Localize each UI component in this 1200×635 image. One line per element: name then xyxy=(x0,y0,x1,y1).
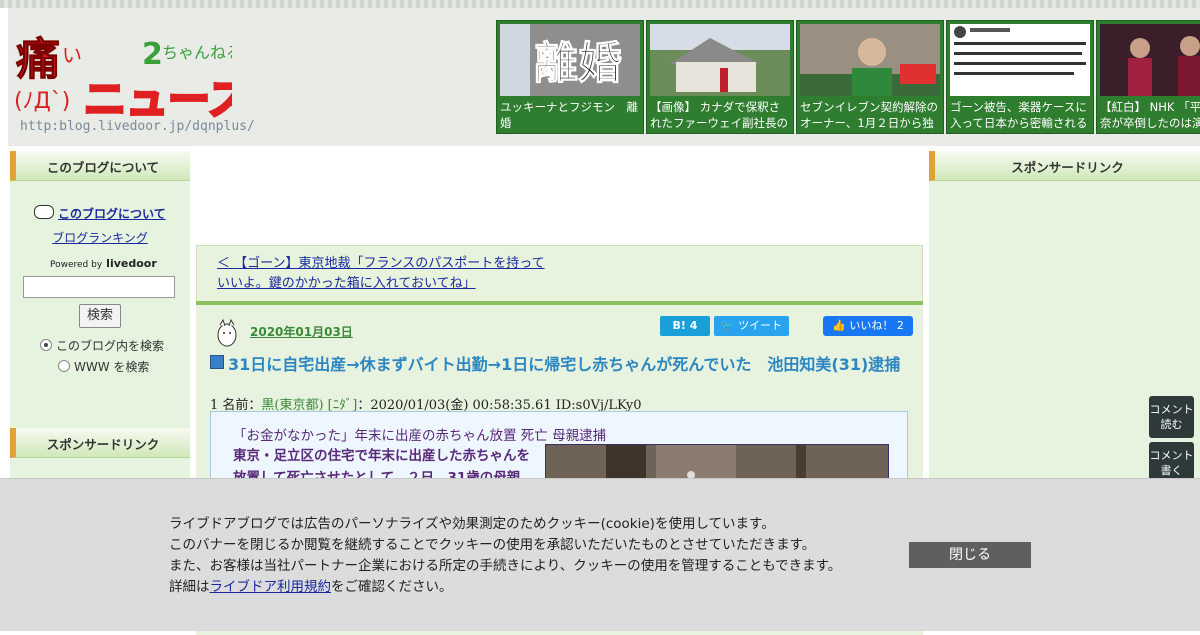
thumbnail-caption: ユッキーナとフジモン 離婚 xyxy=(500,100,638,130)
svg-text:い: い xyxy=(62,43,82,67)
article-date[interactable]: 2020年01月03日 xyxy=(250,323,353,340)
thumbnail-item[interactable]: 【画像】 カナダで保釈されたファーウェイ副社長の足 xyxy=(646,20,794,134)
search-input[interactable] xyxy=(23,276,175,298)
about-heading: このブログについて xyxy=(10,151,190,181)
sponsor-heading-right: スポンサードリンク xyxy=(929,151,1200,181)
sponsor-heading-left: スポンサードリンク xyxy=(10,428,190,458)
logo-graphic: 痛 い 2 ちゃんねる (ﾉД`) ニュース xyxy=(14,34,232,123)
radio-search-www[interactable]: WWW を検索 xyxy=(58,358,149,375)
cookie-close-button[interactable]: 閉じる xyxy=(909,542,1031,568)
svg-text:離婚: 離婚 xyxy=(534,38,622,89)
thumbnail-strip: 離婚 ユッキーナとフジモン 離婚 【画像】 カナダで保釈されたファーウェイ副社長… xyxy=(496,20,1200,142)
about-link-label: このブログについて xyxy=(58,207,166,221)
svg-text:痛: 痛 xyxy=(16,34,60,85)
thumbnail-item[interactable]: 【紅白】 NHK 「平手友梨奈が卒倒したのは演 xyxy=(1096,20,1200,134)
cookie-line-3: また、お客様は当社パートナー企業における所定の手続きにより、クッキーの使用を管理… xyxy=(169,558,842,574)
thumbs-up-icon: 👍 xyxy=(832,319,850,332)
tweet-label: ツイート xyxy=(738,319,783,332)
thumbnail-item[interactable]: 離婚 ユッキーナとフジモン 離婚 xyxy=(496,20,644,134)
cookie-line-4-prefix: 詳細は xyxy=(169,579,210,595)
site-logo[interactable]: 痛 い 2 ちゃんねる (ﾉД`) ニュース http:blog.livedoo… xyxy=(12,22,255,142)
livedoor-logo-text: livedoor xyxy=(106,257,157,270)
svg-text:ニュース: ニュース xyxy=(84,75,232,122)
svg-text:(ﾉД`): (ﾉД`) xyxy=(14,89,70,114)
logo-url-text: http:blog.livedoor.jp/dqnplus/ xyxy=(20,119,255,134)
svg-text:2: 2 xyxy=(142,37,163,72)
hatena-bookmark-button[interactable]: B! 4 xyxy=(660,316,710,336)
cookie-line-4-suffix: をご確認ください。 xyxy=(331,579,453,595)
cookie-text: ライブドアブログでは広告のパーソナライズや効果測定のためクッキー(cookie)… xyxy=(169,514,841,598)
radio-unselected-icon xyxy=(58,360,70,372)
like-label: いいね！ 2 xyxy=(849,319,904,332)
radio-search-blog[interactable]: このブログ内を検索 xyxy=(40,337,164,354)
thumbnail-caption: 【画像】 カナダで保釈されたファーウェイ副社長の足 xyxy=(650,100,788,130)
radio-www-label: WWW を検索 xyxy=(74,360,150,374)
previous-article-link[interactable]: ＜ 【ゴーン】東京地裁「フランスのパスポートを持っていいよ。鍵のかかった箱に入れ… xyxy=(217,254,547,294)
thumbnail-caption: セブンイレブン契約解除のオーナー、1月２日から独 xyxy=(800,100,938,130)
about-link[interactable]: このブログについて xyxy=(34,205,166,222)
thumbnail-item[interactable]: セブンイレブン契約解除のオーナー、1月２日から独 xyxy=(796,20,944,134)
radio-selected-icon xyxy=(40,339,52,351)
twitter-icon: 🐦 xyxy=(720,319,739,332)
site-header: 痛 い 2 ちゃんねる (ﾉД`) ニュース http:blog.livedoo… xyxy=(0,0,1200,146)
powered-by-label: Powered by xyxy=(50,260,103,270)
tweet-button[interactable]: 🐦 ツイート xyxy=(714,316,789,336)
thumbnail-image xyxy=(650,24,790,96)
terms-link[interactable]: ライブドア利用規約 xyxy=(210,579,332,595)
mascot-icon xyxy=(217,319,237,347)
facebook-like-button[interactable]: 👍 いいね！ 2 xyxy=(823,316,913,336)
quote-headline: 「お金がなかった」年末に出産の赤ちゃん放置 死亡 母親逮捕 xyxy=(233,428,607,444)
ranking-link[interactable]: ブログランキング xyxy=(10,229,190,246)
radio-blog-label: このブログ内を検索 xyxy=(56,339,165,353)
cookie-banner: ライブドアブログでは広告のパーソナライズや効果測定のためクッキー(cookie)… xyxy=(0,478,1200,631)
face-icon xyxy=(34,205,54,219)
powered-by-livedoor[interactable]: Powered by livedoor xyxy=(50,257,157,270)
search-button[interactable]: 検索 xyxy=(79,304,121,328)
svg-text:ちゃんねる: ちゃんねる xyxy=(162,43,232,62)
thumbnail-caption: ゴーン被告、楽器ケースに入って日本から密輸される xyxy=(950,100,1088,130)
title-bullet-icon xyxy=(210,355,224,369)
cookie-line-4: 詳細はライブドア利用規約をご確認ください。 xyxy=(169,577,841,598)
article-title: 31日に自宅出産→休まずバイト出勤→1日に帰宅し赤ちゃんが死んでいた 池田知美(… xyxy=(228,355,901,374)
thumbnail-item[interactable]: ゴーン被告、楽器ケースに入って日本から密輸される xyxy=(946,20,1094,134)
thumbnail-image: 離婚 xyxy=(500,24,640,96)
cookie-line-1: ライブドアブログでは広告のパーソナライズや効果測定のためクッキー(cookie)… xyxy=(169,516,775,532)
read-comments-button[interactable]: コメント読む xyxy=(1149,396,1194,438)
thumbnail-image xyxy=(950,24,1090,96)
cookie-line-2: このバナーを閉じるか閲覧を継続することでクッキーの使用を承認いただいたものとさせ… xyxy=(169,537,816,553)
thumbnail-caption: 【紅白】 NHK 「平手友梨奈が卒倒したのは演 xyxy=(1100,100,1200,130)
previous-article-box: ＜ 【ゴーン】東京地裁「フランスのパスポートを持っていいよ。鍵のかかった箱に入れ… xyxy=(196,245,923,303)
thumbnail-image xyxy=(1100,24,1200,96)
thumbnail-image xyxy=(800,24,940,96)
